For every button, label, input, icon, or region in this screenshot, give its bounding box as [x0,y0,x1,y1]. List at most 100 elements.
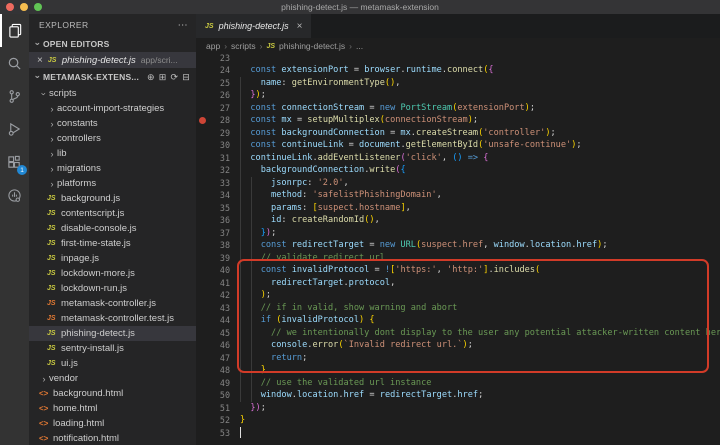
tree-item-vendor[interactable]: ›vendor [29,371,196,386]
tree-item-first-time-state.js[interactable]: JSfirst-time-state.js [29,236,196,251]
line-number[interactable]: 51 [196,403,230,413]
tree-item-sentry-install.js[interactable]: JSsentry-install.js [29,341,196,356]
line-number[interactable]: 45 [196,328,230,338]
code-line-53[interactable]: 53 [196,427,720,440]
line-number[interactable]: 52 [196,415,230,425]
code-line-46[interactable]: 46 console.error(`Invalid redirect url.`… [196,339,720,352]
line-number[interactable]: 27 [196,103,230,113]
tree-item-lib[interactable]: ›lib [29,146,196,161]
zoom-window-button[interactable] [34,3,42,11]
line-number[interactable]: 34 [196,190,230,200]
line-number[interactable]: 24 [196,65,230,75]
project-section-header[interactable]: › METAMASK-EXTENS... ⊕ ⊞ ⟳ ⊟ [29,68,196,86]
tree-item-controllers[interactable]: ›controllers [29,131,196,146]
line-number[interactable]: 26 [196,90,230,100]
tree-item-platforms[interactable]: ›platforms [29,176,196,191]
code-line-23[interactable]: 23 [196,54,720,64]
line-number[interactable]: 25 [196,78,230,88]
tree-item-constants[interactable]: ›constants [29,116,196,131]
close-window-button[interactable] [6,3,14,11]
code-line-45[interactable]: 45 // we intentionally dont display to t… [196,327,720,340]
audio-extension-icon[interactable] [0,179,29,212]
tab-phishing-detect[interactable]: JS phishing-detect.js × [196,14,311,38]
line-number[interactable]: 38 [196,240,230,250]
code-editor[interactable]: 2324 const extensionPort = browser.runti… [196,54,720,445]
breadcrumb-symbol[interactable]: ... [356,41,363,51]
search-icon[interactable] [0,47,29,80]
code-line-31[interactable]: 31 continueLink.addEventListener('click'… [196,152,720,165]
code-line-26[interactable]: 26 }); [196,89,720,102]
line-number[interactable]: 41 [196,278,230,288]
views-and-more-actions-icon[interactable]: ⋯ [178,20,188,31]
line-number[interactable]: 23 [196,54,230,63]
line-number[interactable]: 35 [196,203,230,213]
tree-item-notification.html[interactable]: <>notification.html [29,431,196,445]
code-line-44[interactable]: 44 if (invalidProtocol) { [196,314,720,327]
code-line-25[interactable]: 25 name: getEnvironmentType(), [196,77,720,90]
code-line-38[interactable]: 38 const redirectTarget = new URL(suspec… [196,239,720,252]
line-number[interactable]: 37 [196,228,230,238]
refresh-icon[interactable]: ⟳ [171,72,179,83]
close-icon[interactable]: × [37,55,43,66]
code-line-28[interactable]: 28 const mx = setupMultiplex(connectionS… [196,114,720,127]
line-number[interactable]: 40 [196,265,230,275]
run-debug-icon[interactable] [0,113,29,146]
open-editors-section[interactable]: › OPEN EDITORS [29,36,196,52]
code-line-30[interactable]: 30 const continueLink = document.getElem… [196,139,720,152]
breadcrumb-app[interactable]: app [206,41,220,51]
tree-item-disable-console.js[interactable]: JSdisable-console.js [29,221,196,236]
line-number[interactable]: 31 [196,153,230,163]
code-line-36[interactable]: 36 id: createRandomId(), [196,214,720,227]
line-number[interactable]: 43 [196,303,230,313]
breadcrumb-file[interactable]: phishing-detect.js [279,41,345,51]
code-line-43[interactable]: 43 // if in valid, show warning and abor… [196,302,720,315]
code-line-51[interactable]: 51 }); [196,402,720,415]
open-editor-item-phishing-detect[interactable]: × JS phishing-detect.js app/scri... [29,52,196,68]
line-number[interactable]: 53 [196,428,230,438]
code-line-42[interactable]: 42 ); [196,289,720,302]
code-line-24[interactable]: 24 const extensionPort = browser.runtime… [196,64,720,77]
breadcrumb-scripts[interactable]: scripts [231,41,256,51]
explorer-icon[interactable] [0,14,29,47]
minimize-window-button[interactable] [20,3,28,11]
code-line-41[interactable]: 41 redirectTarget.protocol, [196,277,720,290]
tree-item-metamask-controller.js[interactable]: JSmetamask-controller.js [29,296,196,311]
tree-item-background.html[interactable]: <>background.html [29,386,196,401]
line-number[interactable]: 44 [196,315,230,325]
tree-item-home.html[interactable]: <>home.html [29,401,196,416]
tree-item-contentscript.js[interactable]: JScontentscript.js [29,206,196,221]
line-number[interactable]: 29 [196,128,230,138]
code-line-37[interactable]: 37 }); [196,227,720,240]
code-line-34[interactable]: 34 method: 'safelistPhishingDomain', [196,189,720,202]
code-line-33[interactable]: 33 jsonrpc: '2.0', [196,177,720,190]
line-number[interactable]: 32 [196,165,230,175]
tree-item-loading.html[interactable]: <>loading.html [29,416,196,431]
tree-item-lockdown-more.js[interactable]: JSlockdown-more.js [29,266,196,281]
tree-item-migrations[interactable]: ›migrations [29,161,196,176]
code-line-47[interactable]: 47 return; [196,352,720,365]
code-line-48[interactable]: 48 } [196,364,720,377]
new-file-icon[interactable]: ⊕ [147,72,155,83]
new-folder-icon[interactable]: ⊞ [159,72,167,83]
line-number[interactable]: 47 [196,353,230,363]
tree-item-ui.js[interactable]: JSui.js [29,356,196,371]
code-line-35[interactable]: 35 params: [suspect.hostname], [196,202,720,215]
code-line-50[interactable]: 50 window.location.href = redirectTarget… [196,389,720,402]
tree-item-account-import-strategies[interactable]: ›account-import-strategies [29,101,196,116]
tree-item-phishing-detect.js[interactable]: JSphishing-detect.js [29,326,196,341]
code-line-40[interactable]: 40 const invalidProtocol = !['https:', '… [196,264,720,277]
line-number[interactable]: 30 [196,140,230,150]
tree-item-metamask-controller.test.js[interactable]: JSmetamask-controller.test.js [29,311,196,326]
line-number[interactable]: 48 [196,365,230,375]
line-number[interactable]: 42 [196,290,230,300]
collapse-folders-icon[interactable]: ⊟ [182,72,190,83]
code-line-39[interactable]: 39 // validate redirect url [196,252,720,265]
tree-item-lockdown-run.js[interactable]: JSlockdown-run.js [29,281,196,296]
code-line-29[interactable]: 29 const backgroundConnection = mx.creat… [196,127,720,140]
line-number[interactable]: 49 [196,378,230,388]
code-line-49[interactable]: 49 // use the validated url instance [196,377,720,390]
tree-item-background.js[interactable]: JSbackground.js [29,191,196,206]
line-number[interactable]: 33 [196,178,230,188]
source-control-icon[interactable] [0,80,29,113]
code-line-27[interactable]: 27 const connectionStream = new PortStre… [196,102,720,115]
